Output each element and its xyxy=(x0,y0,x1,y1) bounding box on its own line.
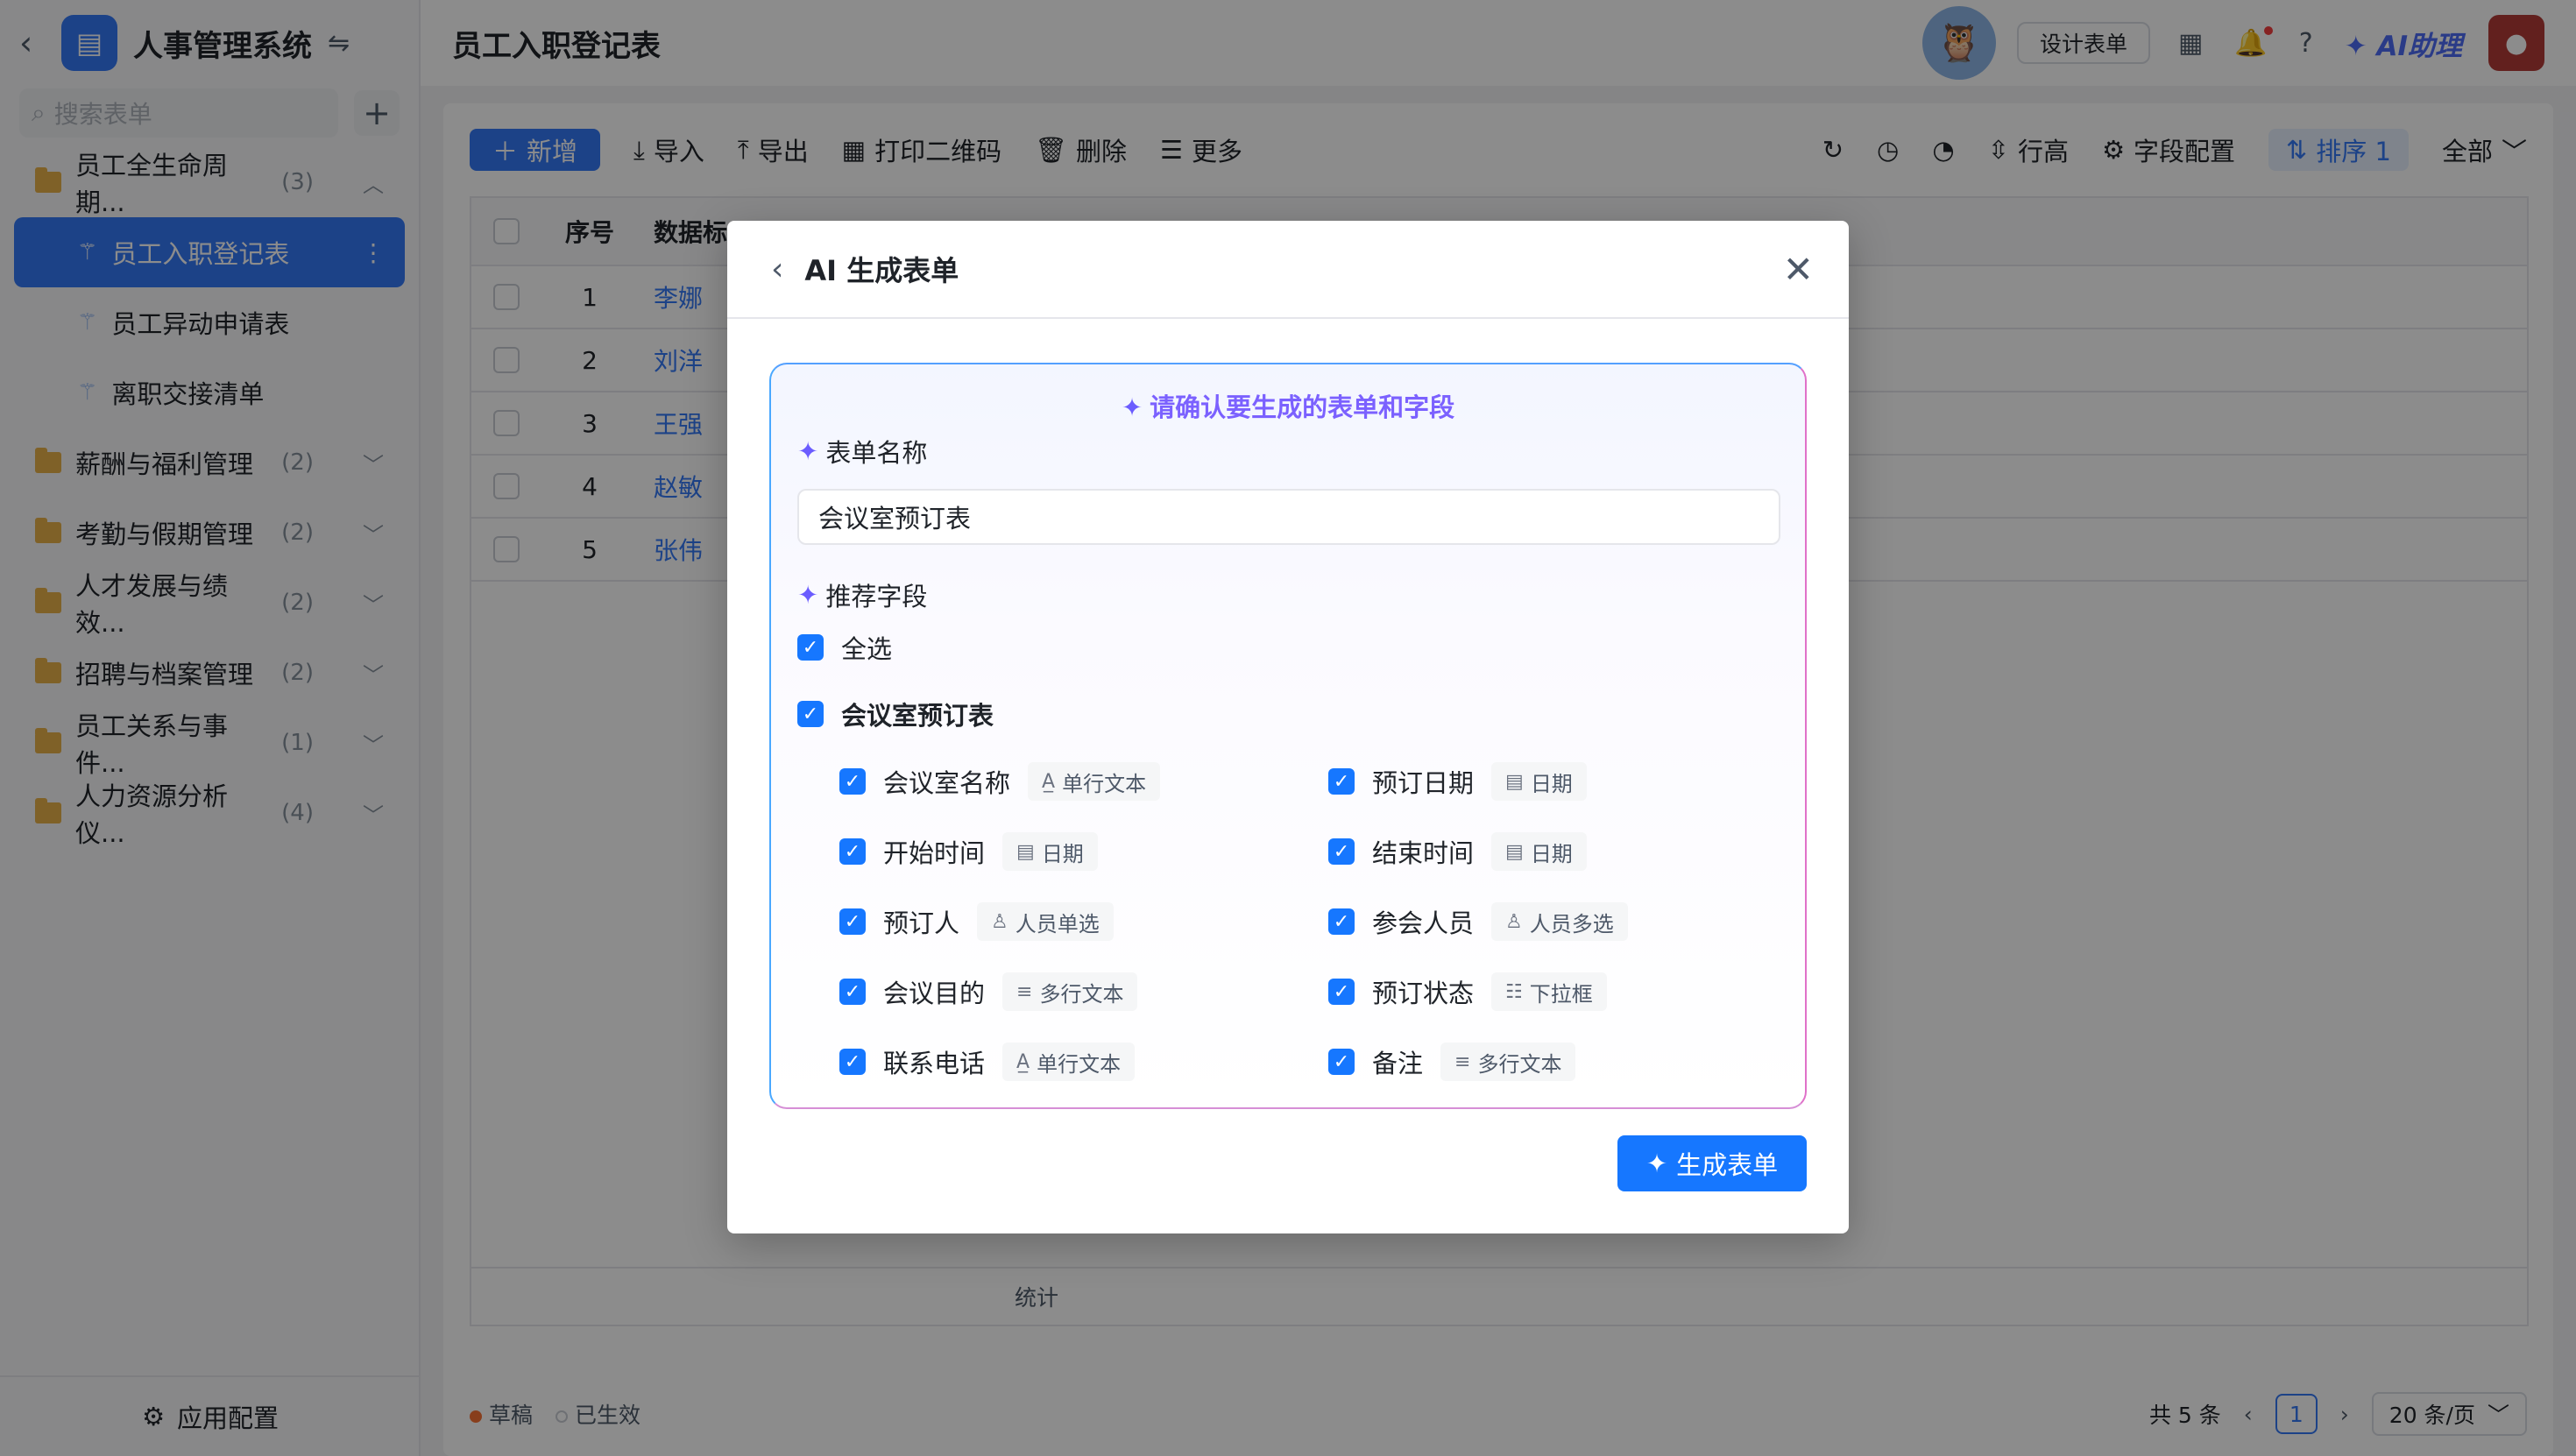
field-type-label: 多行文本 xyxy=(1477,1051,1562,1077)
field-name: 预订人 xyxy=(883,908,960,938)
field-type-tag: ≡ 多行文本 xyxy=(1002,972,1138,1011)
checkbox-checked-icon: ✓ xyxy=(839,838,866,865)
checkbox-checked-icon: ✓ xyxy=(1328,838,1355,865)
select-all-label: 全选 xyxy=(841,634,893,664)
field-name: 参会人员 xyxy=(1372,908,1475,938)
field-type-tag: ▤ 日期 xyxy=(1491,832,1587,871)
calendar-icon: ▤ xyxy=(1505,770,1524,793)
multiline-icon: ≡ xyxy=(1454,1050,1471,1073)
recommended-fields-label-text: 推荐字段 xyxy=(825,582,928,611)
close-icon[interactable]: ✕ xyxy=(1783,248,1814,291)
field-checkbox[interactable]: ✓ 会议目的 ≡ 多行文本 xyxy=(839,972,1138,1011)
checkbox-checked-icon: ✓ xyxy=(839,908,866,935)
field-checkbox[interactable]: ✓ 预订人 ♙ 人员单选 xyxy=(839,902,1114,941)
field-type-tag: A̲ 单行文本 xyxy=(1002,1043,1136,1081)
field-name: 开始时间 xyxy=(883,838,986,868)
field-checkbox[interactable]: ✓ 结束时间 ▤ 日期 xyxy=(1328,832,1587,871)
field-checkbox[interactable]: ✓ 会议室名称 A̲ 单行文本 xyxy=(839,762,1161,801)
form-group-checkbox[interactable]: ✓ 会议室预订表 xyxy=(797,696,994,732)
form-name-label: ✦ 表单名称 xyxy=(797,433,927,470)
calendar-icon: ▤ xyxy=(1505,840,1524,863)
field-type-label: 人员多选 xyxy=(1529,911,1614,937)
field-name: 预订状态 xyxy=(1372,979,1475,1008)
field-name: 预订日期 xyxy=(1372,768,1475,798)
sparkle-icon: ✦ xyxy=(797,436,819,466)
field-checkbox[interactable]: ✓ 联系电话 A̲ 单行文本 xyxy=(839,1043,1136,1081)
field-type-label: 日期 xyxy=(1530,841,1573,866)
dropdown-icon: ☷ xyxy=(1505,980,1523,1003)
form-name-label-text: 表单名称 xyxy=(825,438,928,468)
checkbox-checked-icon: ✓ xyxy=(1328,908,1355,935)
field-type-tag: ≡ 多行文本 xyxy=(1440,1043,1576,1081)
field-checkbox[interactable]: ✓ 参会人员 ♙ 人员多选 xyxy=(1328,902,1628,941)
checkbox-checked-icon: ✓ xyxy=(839,1049,866,1075)
field-name: 会议室名称 xyxy=(883,768,1011,798)
field-type-label: 多行文本 xyxy=(1039,981,1124,1007)
field-type-label: 单行文本 xyxy=(1037,1051,1122,1077)
checkbox-checked-icon: ✓ xyxy=(1328,979,1355,1005)
checkbox-checked-icon: ✓ xyxy=(1328,1049,1355,1075)
confirm-title: ✦ 请确认要生成的表单和字段 xyxy=(771,387,1805,424)
field-name: 结束时间 xyxy=(1372,838,1475,868)
form-group-label: 会议室预订表 xyxy=(841,701,994,731)
text-type-icon: A̲ xyxy=(1042,770,1056,793)
checkbox-checked-icon: ✓ xyxy=(797,701,824,727)
field-type-tag: ▤ 日期 xyxy=(1002,832,1098,871)
back-icon[interactable]: ‹ xyxy=(771,251,783,287)
field-checkbox[interactable]: ✓ 开始时间 ▤ 日期 xyxy=(839,832,1098,871)
sparkle-icon: ✦ xyxy=(1121,392,1143,422)
recommended-fields-label: ✦ 推荐字段 xyxy=(797,576,927,613)
select-all-checkbox[interactable]: ✓ 全选 xyxy=(797,629,892,666)
field-checkbox[interactable]: ✓ 备注 ≡ 多行文本 xyxy=(1328,1043,1576,1081)
text-type-icon: A̲ xyxy=(1016,1050,1030,1073)
field-type-label: 单行文本 xyxy=(1062,771,1147,796)
calendar-icon: ▤ xyxy=(1016,840,1035,863)
sparkle-icon: ✦ xyxy=(1645,1149,1668,1178)
form-name-input[interactable]: 会议室预订表 xyxy=(797,489,1780,545)
field-type-tag: ▤ 日期 xyxy=(1491,762,1587,801)
field-name: 会议目的 xyxy=(883,979,986,1008)
field-type-tag: ☷ 下拉框 xyxy=(1491,972,1607,1011)
field-type-tag: ♙ 人员单选 xyxy=(977,902,1114,941)
field-checkbox[interactable]: ✓ 预订状态 ☷ 下拉框 xyxy=(1328,972,1607,1011)
person-icon: ♙ xyxy=(991,910,1008,933)
form-name-value: 会议室预订表 xyxy=(818,504,972,534)
generate-form-button[interactable]: ✦ 生成表单 xyxy=(1617,1135,1807,1191)
people-icon: ♙ xyxy=(1505,910,1523,933)
field-type-tag: ♙ 人员多选 xyxy=(1491,902,1628,941)
field-name: 备注 xyxy=(1372,1049,1424,1078)
ai-generate-form-dialog: ‹ AI 生成表单 ✕ ✦ 请确认要生成的表单和字段 ✦ 表单名称 会议室预订表 ✦… xyxy=(727,221,1849,1233)
sparkle-icon: ✦ xyxy=(797,580,819,610)
dialog-header: ‹ AI 生成表单 ✕ xyxy=(727,221,1849,319)
field-type-label: 日期 xyxy=(1041,841,1084,866)
field-checkbox[interactable]: ✓ 预订日期 ▤ 日期 xyxy=(1328,762,1587,801)
checkbox-checked-icon: ✓ xyxy=(839,768,866,795)
field-type-label: 人员单选 xyxy=(1015,911,1100,937)
field-name: 联系电话 xyxy=(883,1049,986,1078)
multiline-icon: ≡ xyxy=(1016,980,1033,1003)
field-type-label: 下拉框 xyxy=(1529,981,1593,1007)
field-type-label: 日期 xyxy=(1530,771,1573,796)
checkbox-checked-icon: ✓ xyxy=(1328,768,1355,795)
field-type-tag: A̲ 单行文本 xyxy=(1028,762,1161,801)
confirm-title-text: 请确认要生成的表单和字段 xyxy=(1150,392,1455,422)
checkbox-checked-icon: ✓ xyxy=(797,634,824,661)
dialog-title: AI 生成表单 xyxy=(804,254,959,287)
checkbox-checked-icon: ✓ xyxy=(839,979,866,1005)
generate-form-label: 生成表单 xyxy=(1676,1150,1779,1180)
confirm-panel: ✦ 请确认要生成的表单和字段 ✦ 表单名称 会议室预订表 ✦ 推荐字段 ✓ 全选 ✓ … xyxy=(769,363,1807,1109)
